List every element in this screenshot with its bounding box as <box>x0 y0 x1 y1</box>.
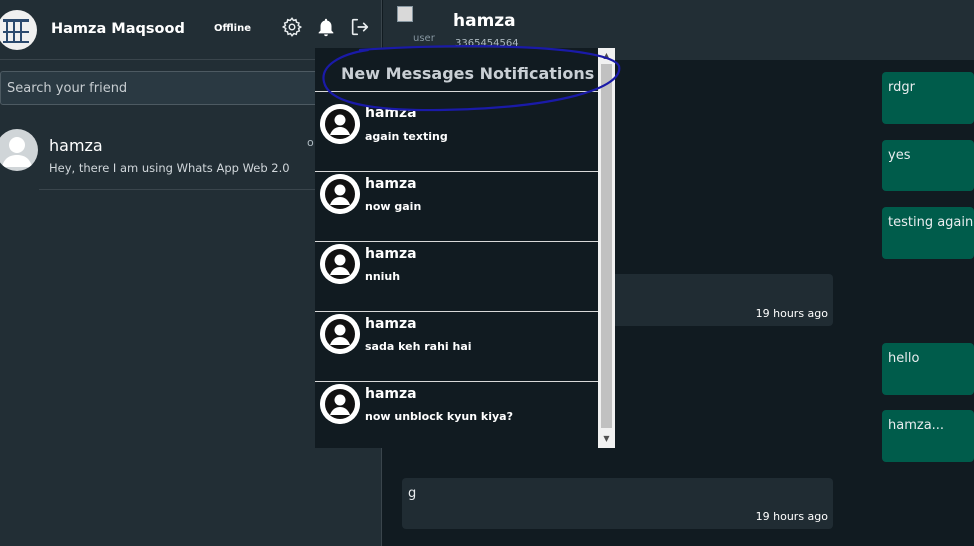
user-avatar-icon <box>320 174 360 214</box>
user-avatar-icon <box>320 244 360 284</box>
notification-text: again texting <box>365 130 448 143</box>
notification-text: nniuh <box>365 270 401 283</box>
notification-sender: hamza <box>365 316 417 332</box>
user-avatar-icon <box>0 129 38 171</box>
message-time: 19 hours ago <box>755 307 828 320</box>
message-text: g <box>408 486 417 501</box>
message-incoming[interactable]: g 19 hours ago <box>402 478 833 529</box>
user-avatar-icon <box>320 384 360 424</box>
message-outgoing[interactable]: hello <box>882 343 974 395</box>
scroll-down-arrow-icon[interactable]: ▼ <box>598 432 615 446</box>
chat-time: o <box>307 136 314 149</box>
notifications-dropdown: New Messages Notifications hamza again t… <box>315 48 615 448</box>
message-time: 19 hours ago <box>755 510 828 523</box>
message-outgoing[interactable]: hamza... <box>882 410 974 462</box>
contact-name: hamza <box>453 11 516 31</box>
message-outgoing[interactable]: yes <box>882 140 974 191</box>
user-name: Hamza Maqsood <box>51 21 185 37</box>
search-input[interactable] <box>1 72 369 104</box>
settings-gear-icon[interactable] <box>281 16 303 38</box>
message-outgoing[interactable]: testing again <box>882 207 974 259</box>
notification-item[interactable]: hamza now unblock kyun kiya? <box>315 382 598 452</box>
broken-image-alt: user <box>413 33 435 44</box>
contact-avatar-broken-image: user <box>397 6 437 46</box>
scroll-thumb[interactable] <box>601 64 612 428</box>
notifications-title: New Messages Notifications <box>341 64 595 83</box>
user-avatar-icon <box>320 314 360 354</box>
notifications-list: New Messages Notifications hamza again t… <box>315 48 598 448</box>
message-outgoing[interactable]: rdgr <box>882 72 974 124</box>
message-text: yes <box>888 148 911 163</box>
chat-name: hamza <box>49 136 103 155</box>
scroll-up-arrow-icon[interactable]: ▲ <box>598 49 615 63</box>
profile-logo[interactable] <box>0 10 37 50</box>
message-text: hamza... <box>888 418 945 433</box>
notification-sender: hamza <box>365 246 417 262</box>
notification-text: now unblock kyun kiya? <box>365 410 513 423</box>
logout-icon[interactable] <box>349 16 371 38</box>
notification-item[interactable]: hamza now gain <box>315 172 598 242</box>
bell-icon[interactable] <box>315 16 337 38</box>
notification-text: now gain <box>365 200 422 213</box>
notification-item[interactable]: hamza sada keh rahi hai <box>315 312 598 382</box>
notification-sender: hamza <box>365 386 417 402</box>
notifications-scrollbar[interactable]: ▲ ▼ <box>598 48 615 448</box>
notification-sender: hamza <box>365 105 417 121</box>
message-text: testing again <box>888 215 974 230</box>
message-text: rdgr <box>888 80 915 95</box>
notification-item[interactable]: hamza again texting <box>315 92 598 162</box>
chat-preview: Hey, there I am using Whats App Web 2.0 <box>49 161 290 175</box>
user-avatar-icon <box>320 104 360 144</box>
notification-sender: hamza <box>365 176 417 192</box>
status-label: Offline <box>214 23 251 34</box>
notification-item[interactable]: hamza nniuh <box>315 242 598 312</box>
message-text: hello <box>888 351 920 366</box>
notification-text: sada keh rahi hai <box>365 340 472 353</box>
